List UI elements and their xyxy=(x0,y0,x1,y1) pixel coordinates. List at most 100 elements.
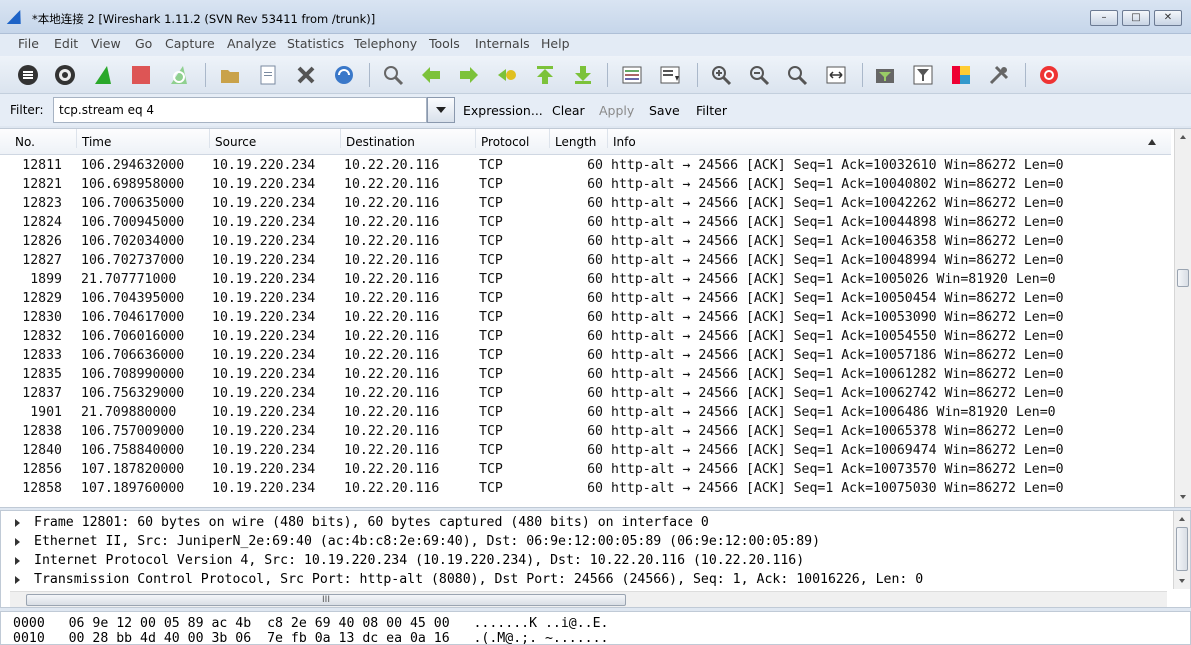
auto-scroll-icon[interactable] xyxy=(658,63,682,87)
toolbar-separator xyxy=(205,63,206,87)
column-header-source[interactable]: Source xyxy=(209,129,340,149)
scroll-down-icon[interactable] xyxy=(1180,495,1186,499)
details-hscrollbar[interactable]: III xyxy=(10,591,1167,607)
menu-tools[interactable]: Tools xyxy=(429,36,460,51)
save-filter-button[interactable]: Save xyxy=(649,103,680,118)
colorize-icon[interactable] xyxy=(620,63,644,87)
cell-length: 60 xyxy=(587,386,603,401)
go-back-icon[interactable] xyxy=(419,63,443,87)
apply-button[interactable]: Apply xyxy=(599,103,634,118)
go-forward-icon[interactable] xyxy=(457,63,481,87)
go-last-icon[interactable] xyxy=(571,63,595,87)
packet-row[interactable]: 12858 107.189760000 10.19.220.234 10.22.20.… xyxy=(0,479,1168,498)
packet-row[interactable]: 1899 21.707771000 10.19.220.234 10.22.20.11… xyxy=(0,270,1168,289)
packet-row[interactable]: 12838 106.757009000 10.19.220.234 10.22.20.… xyxy=(0,422,1168,441)
menu-help[interactable]: Help xyxy=(541,36,570,51)
scroll-up-icon[interactable] xyxy=(1180,135,1186,139)
scroll-down-icon[interactable] xyxy=(1179,579,1185,583)
menu-file[interactable]: File xyxy=(18,36,39,51)
menu-go[interactable]: Go xyxy=(135,36,152,51)
zoom-in-icon[interactable] xyxy=(709,63,733,87)
filter-dropdown-button[interactable] xyxy=(427,97,455,123)
normal-size-icon[interactable] xyxy=(785,63,809,87)
packet-row[interactable]: 12837 106.756329000 10.19.220.234 10.22.20.… xyxy=(0,384,1168,403)
expand-icon[interactable] xyxy=(15,557,20,565)
expression-button[interactable]: Expression... xyxy=(463,103,543,118)
menu-edit[interactable]: Edit xyxy=(54,36,78,51)
packet-row[interactable]: 12811 106.294632000 10.19.220.234 10.22.20.… xyxy=(0,156,1168,175)
minimize-button[interactable]: – xyxy=(1090,10,1118,26)
packet-row[interactable]: 12821 106.698958000 10.19.220.234 10.22.20.… xyxy=(0,175,1168,194)
cell-length: 60 xyxy=(587,481,603,496)
help-icon[interactable] xyxy=(1037,63,1061,87)
capture-options-icon[interactable] xyxy=(53,63,77,87)
restart-capture-icon[interactable] xyxy=(167,63,191,87)
details-scroll-thumb[interactable] xyxy=(1176,527,1188,571)
interface-list-icon[interactable] xyxy=(16,63,40,87)
packet-row[interactable]: 12833 106.706636000 10.19.220.234 10.22.20.… xyxy=(0,346,1168,365)
menu-view[interactable]: View xyxy=(91,36,121,51)
filter-button[interactable]: Filter xyxy=(696,103,727,118)
packet-rows: 12811 106.294632000 10.19.220.234 10.22.20.… xyxy=(0,156,1168,498)
close-button[interactable]: ✕ xyxy=(1154,10,1182,26)
packet-row[interactable]: 12830 106.704617000 10.19.220.234 10.22.20.… xyxy=(0,308,1168,327)
toolbar-separator xyxy=(369,63,370,87)
expand-icon[interactable] xyxy=(15,519,20,527)
packet-list: No. Time Source Destination Protocol Len… xyxy=(0,128,1191,508)
cell-length: 60 xyxy=(587,462,603,477)
maximize-button[interactable]: □ xyxy=(1122,10,1150,26)
bytes-row[interactable]: 0010 00 28 bb 4d 40 00 3b 06 7e fb 0a 13… xyxy=(13,629,608,644)
zoom-out-icon[interactable] xyxy=(747,63,771,87)
display-filters-icon[interactable] xyxy=(911,63,935,87)
cell-info: http-alt → 24566 [ACK] Seq=1 Ack=1006537… xyxy=(611,424,1064,439)
details-hscroll-thumb[interactable]: III xyxy=(26,594,626,606)
expand-icon[interactable] xyxy=(15,576,20,584)
reload-icon[interactable] xyxy=(332,63,356,87)
stop-capture-icon[interactable] xyxy=(129,63,153,87)
packet-bytes-pane: 0000 06 9e 12 00 05 89 ac 4b c8 2e 69 40… xyxy=(0,611,1191,645)
column-header-destination[interactable]: Destination xyxy=(340,129,475,149)
packet-row[interactable]: 12835 106.708990000 10.19.220.234 10.22.20.… xyxy=(0,365,1168,384)
packet-row[interactable]: 12827 106.702737000 10.19.220.234 10.22.20.… xyxy=(0,251,1168,270)
packet-row[interactable]: 12826 106.702034000 10.19.220.234 10.22.20.… xyxy=(0,232,1168,251)
packet-details-pane: Frame 12801: 60 bytes on wire (480 bits)… xyxy=(0,510,1191,608)
packet-list-scroll-thumb[interactable] xyxy=(1177,269,1189,287)
save-file-icon[interactable] xyxy=(256,63,280,87)
open-file-icon[interactable] xyxy=(218,63,242,87)
expand-icon[interactable] xyxy=(15,538,20,546)
packet-row[interactable]: 12840 106.758840000 10.19.220.234 10.22.20.… xyxy=(0,441,1168,460)
preferences-icon[interactable] xyxy=(987,63,1011,87)
go-first-icon[interactable] xyxy=(533,63,557,87)
column-header-no[interactable]: No. xyxy=(10,129,35,149)
details-scrollbar[interactable] xyxy=(1173,511,1190,589)
column-header-protocol[interactable]: Protocol xyxy=(475,129,549,149)
start-capture-icon[interactable] xyxy=(91,63,115,87)
packet-row[interactable]: 12823 106.700635000 10.19.220.234 10.22.20.… xyxy=(0,194,1168,213)
packet-row[interactable]: 12856 107.187820000 10.19.220.234 10.22.20.… xyxy=(0,460,1168,479)
column-header-length[interactable]: Length xyxy=(549,129,607,149)
resize-columns-icon[interactable] xyxy=(824,63,848,87)
column-header-info[interactable]: Info xyxy=(607,129,1167,149)
filter-input[interactable] xyxy=(53,97,427,123)
menu-capture[interactable]: Capture xyxy=(165,36,215,51)
menu-statistics[interactable]: Statistics xyxy=(287,36,344,51)
packet-row[interactable]: 1901 21.709880000 10.19.220.234 10.22.20.11… xyxy=(0,403,1168,422)
capture-filters-icon[interactable] xyxy=(873,63,897,87)
clear-button[interactable]: Clear xyxy=(552,103,585,118)
packet-row[interactable]: 12829 106.704395000 10.19.220.234 10.22.20.… xyxy=(0,289,1168,308)
menu-internals[interactable]: Internals xyxy=(475,36,530,51)
packet-list-scrollbar[interactable] xyxy=(1174,129,1191,507)
packet-row[interactable]: 12824 106.700945000 10.19.220.234 10.22.20.… xyxy=(0,213,1168,232)
scroll-up-icon[interactable] xyxy=(1179,517,1185,521)
column-header-time[interactable]: Time xyxy=(76,129,209,149)
menu-analyze[interactable]: Analyze xyxy=(227,36,276,51)
go-to-packet-icon[interactable] xyxy=(495,63,519,87)
cell-length: 60 xyxy=(587,291,603,306)
find-packet-icon[interactable] xyxy=(381,63,405,87)
coloring-rules-icon[interactable] xyxy=(949,63,973,87)
menu-telephony[interactable]: Telephony xyxy=(354,36,417,51)
packet-row[interactable]: 12832 106.706016000 10.19.220.234 10.22.20.… xyxy=(0,327,1168,346)
menu-bar: File Edit View Go Capture Analyze Statis… xyxy=(0,34,1191,56)
cell-length: 60 xyxy=(587,367,603,382)
close-file-icon[interactable] xyxy=(294,63,318,87)
